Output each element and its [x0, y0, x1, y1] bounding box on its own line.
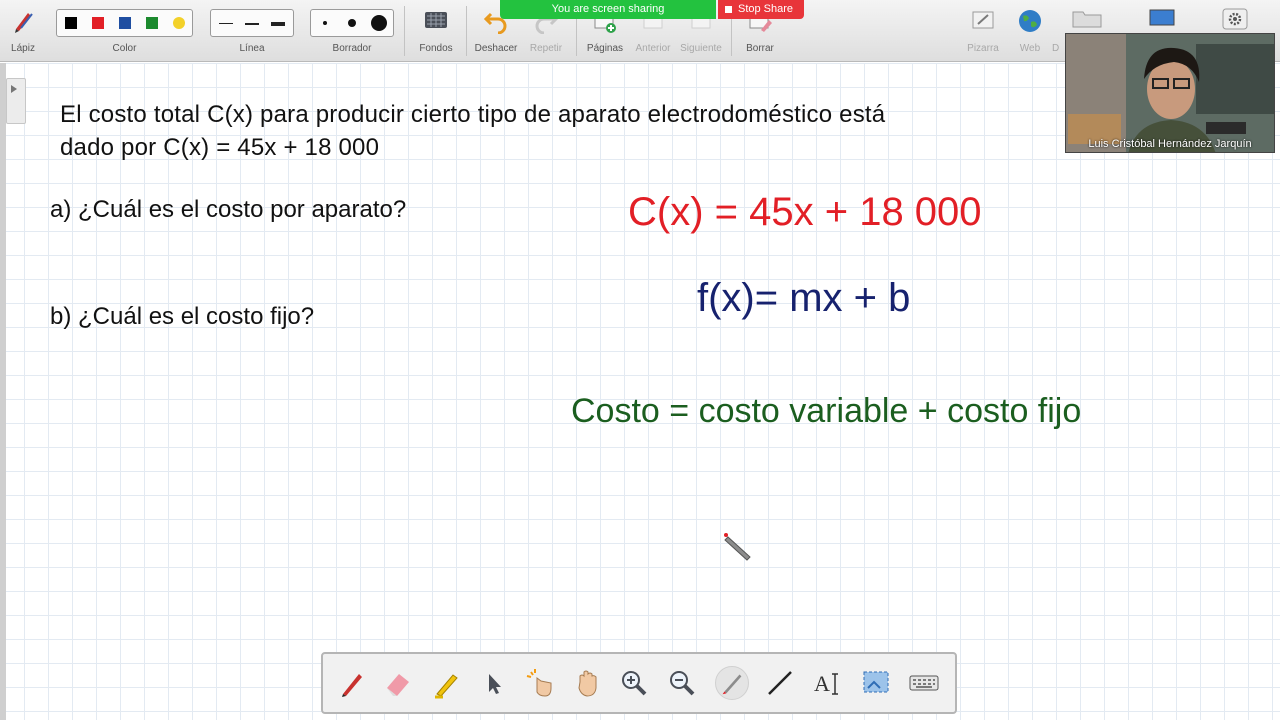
monitor-icon[interactable] [1148, 8, 1176, 28]
folder-icon[interactable] [1072, 8, 1102, 28]
problem-line-1: El costo total C(x) para producir cierto… [60, 101, 886, 128]
side-panel-toggle[interactable] [6, 78, 26, 124]
color-swatch-black[interactable] [65, 17, 77, 29]
line-thin-option[interactable] [219, 23, 233, 24]
red-pen-icon[interactable] [335, 666, 369, 700]
highlighter-icon[interactable] [429, 666, 463, 700]
eraser-small-option[interactable] [323, 21, 327, 25]
zoom-out-icon[interactable] [665, 666, 699, 700]
pencil-label: Lápiz [11, 43, 35, 54]
pencil-tool[interactable]: Lápiz [6, 0, 40, 62]
globe-icon [1019, 10, 1041, 32]
whiteboard-label: Pizarra [967, 43, 999, 54]
undo-label: Deshacer [474, 43, 518, 54]
line-label: Línea [239, 43, 265, 54]
toolbar-divider [466, 6, 467, 56]
whiteboard-tool[interactable]: Pizarra [966, 0, 1000, 62]
linear-function-blue: f(x)= mx + b [697, 276, 911, 320]
color-swatch-green[interactable] [146, 17, 158, 29]
line-width-options [210, 9, 294, 37]
eraser-label: Borrador [332, 43, 372, 54]
toolbar-divider [404, 6, 405, 56]
screen-sharing-text: You are screen sharing [551, 3, 665, 15]
question-b: b) ¿Cuál es el costo fijo? [50, 303, 315, 330]
board-left-edge [0, 63, 6, 720]
line-medium-option[interactable] [245, 23, 259, 25]
cost-formula-green: Costo = costo variable + costo fijo [571, 392, 1082, 430]
clear-label: Borrar [746, 43, 774, 54]
desktop-label: D [1052, 43, 1060, 54]
text-tool-icon[interactable]: A [811, 666, 845, 700]
settings-gear-icon[interactable] [1222, 8, 1248, 30]
cost-equation-red: C(x) = 45x + 18 000 [628, 190, 982, 234]
redo-label: Repetir [529, 43, 563, 54]
laser-pen-icon[interactable] [715, 666, 749, 700]
participant-name: Luis Cristóbal Hernández Jarquín [1088, 138, 1252, 150]
backgrounds-icon [425, 12, 447, 28]
bottom-toolbar: A [321, 652, 957, 714]
stop-icon [725, 6, 732, 13]
desktop-tool[interactable]: D [1052, 0, 1066, 62]
color-swatch-red[interactable] [92, 17, 104, 29]
backgrounds-tool[interactable]: Fondos [418, 0, 454, 62]
color-swatch-blue[interactable] [119, 17, 131, 29]
hand-pan-icon[interactable] [571, 666, 605, 700]
web-tool[interactable]: Web [1013, 0, 1047, 62]
line-thick-option[interactable] [271, 22, 285, 26]
svg-text:A: A [814, 671, 830, 696]
eraser-medium-option[interactable] [348, 19, 356, 27]
laser-pen-cursor-icon [724, 533, 751, 561]
color-swatch-yellow[interactable] [173, 17, 185, 29]
next-label: Siguiente [680, 43, 722, 54]
stop-share-button[interactable]: Stop Share [718, 0, 804, 19]
screen-capture-icon[interactable] [859, 666, 893, 700]
pencil-icon [15, 13, 33, 33]
eraser-icon[interactable] [381, 666, 415, 700]
problem-statement: El costo total C(x) para producir cierto… [60, 98, 1060, 164]
zoom-in-icon[interactable] [617, 666, 651, 700]
participant-video-frame [1066, 34, 1274, 152]
webcam-video: Luis Cristóbal Hernández Jarquín [1065, 33, 1275, 153]
keyboard-icon[interactable] [907, 666, 941, 700]
backgrounds-label: Fondos [419, 43, 453, 54]
eraser-size-options [310, 9, 394, 37]
question-a: a) ¿Cuál es el costo por aparato? [50, 196, 407, 223]
color-palette [56, 9, 193, 37]
expand-arrow-icon [11, 85, 17, 93]
select-arrow-icon[interactable] [477, 666, 511, 700]
magic-pointer-icon[interactable] [523, 666, 557, 700]
stop-share-label: Stop Share [738, 3, 794, 15]
problem-line-2: dado por C(x) = 45x + 18 000 [60, 134, 380, 161]
color-label: Color [112, 43, 137, 54]
screen-sharing-banner: You are screen sharing [500, 0, 716, 19]
line-icon[interactable] [763, 666, 797, 700]
eraser-large-option[interactable] [371, 15, 387, 31]
web-label: Web [1019, 43, 1041, 54]
whiteboard-icon [972, 11, 994, 29]
